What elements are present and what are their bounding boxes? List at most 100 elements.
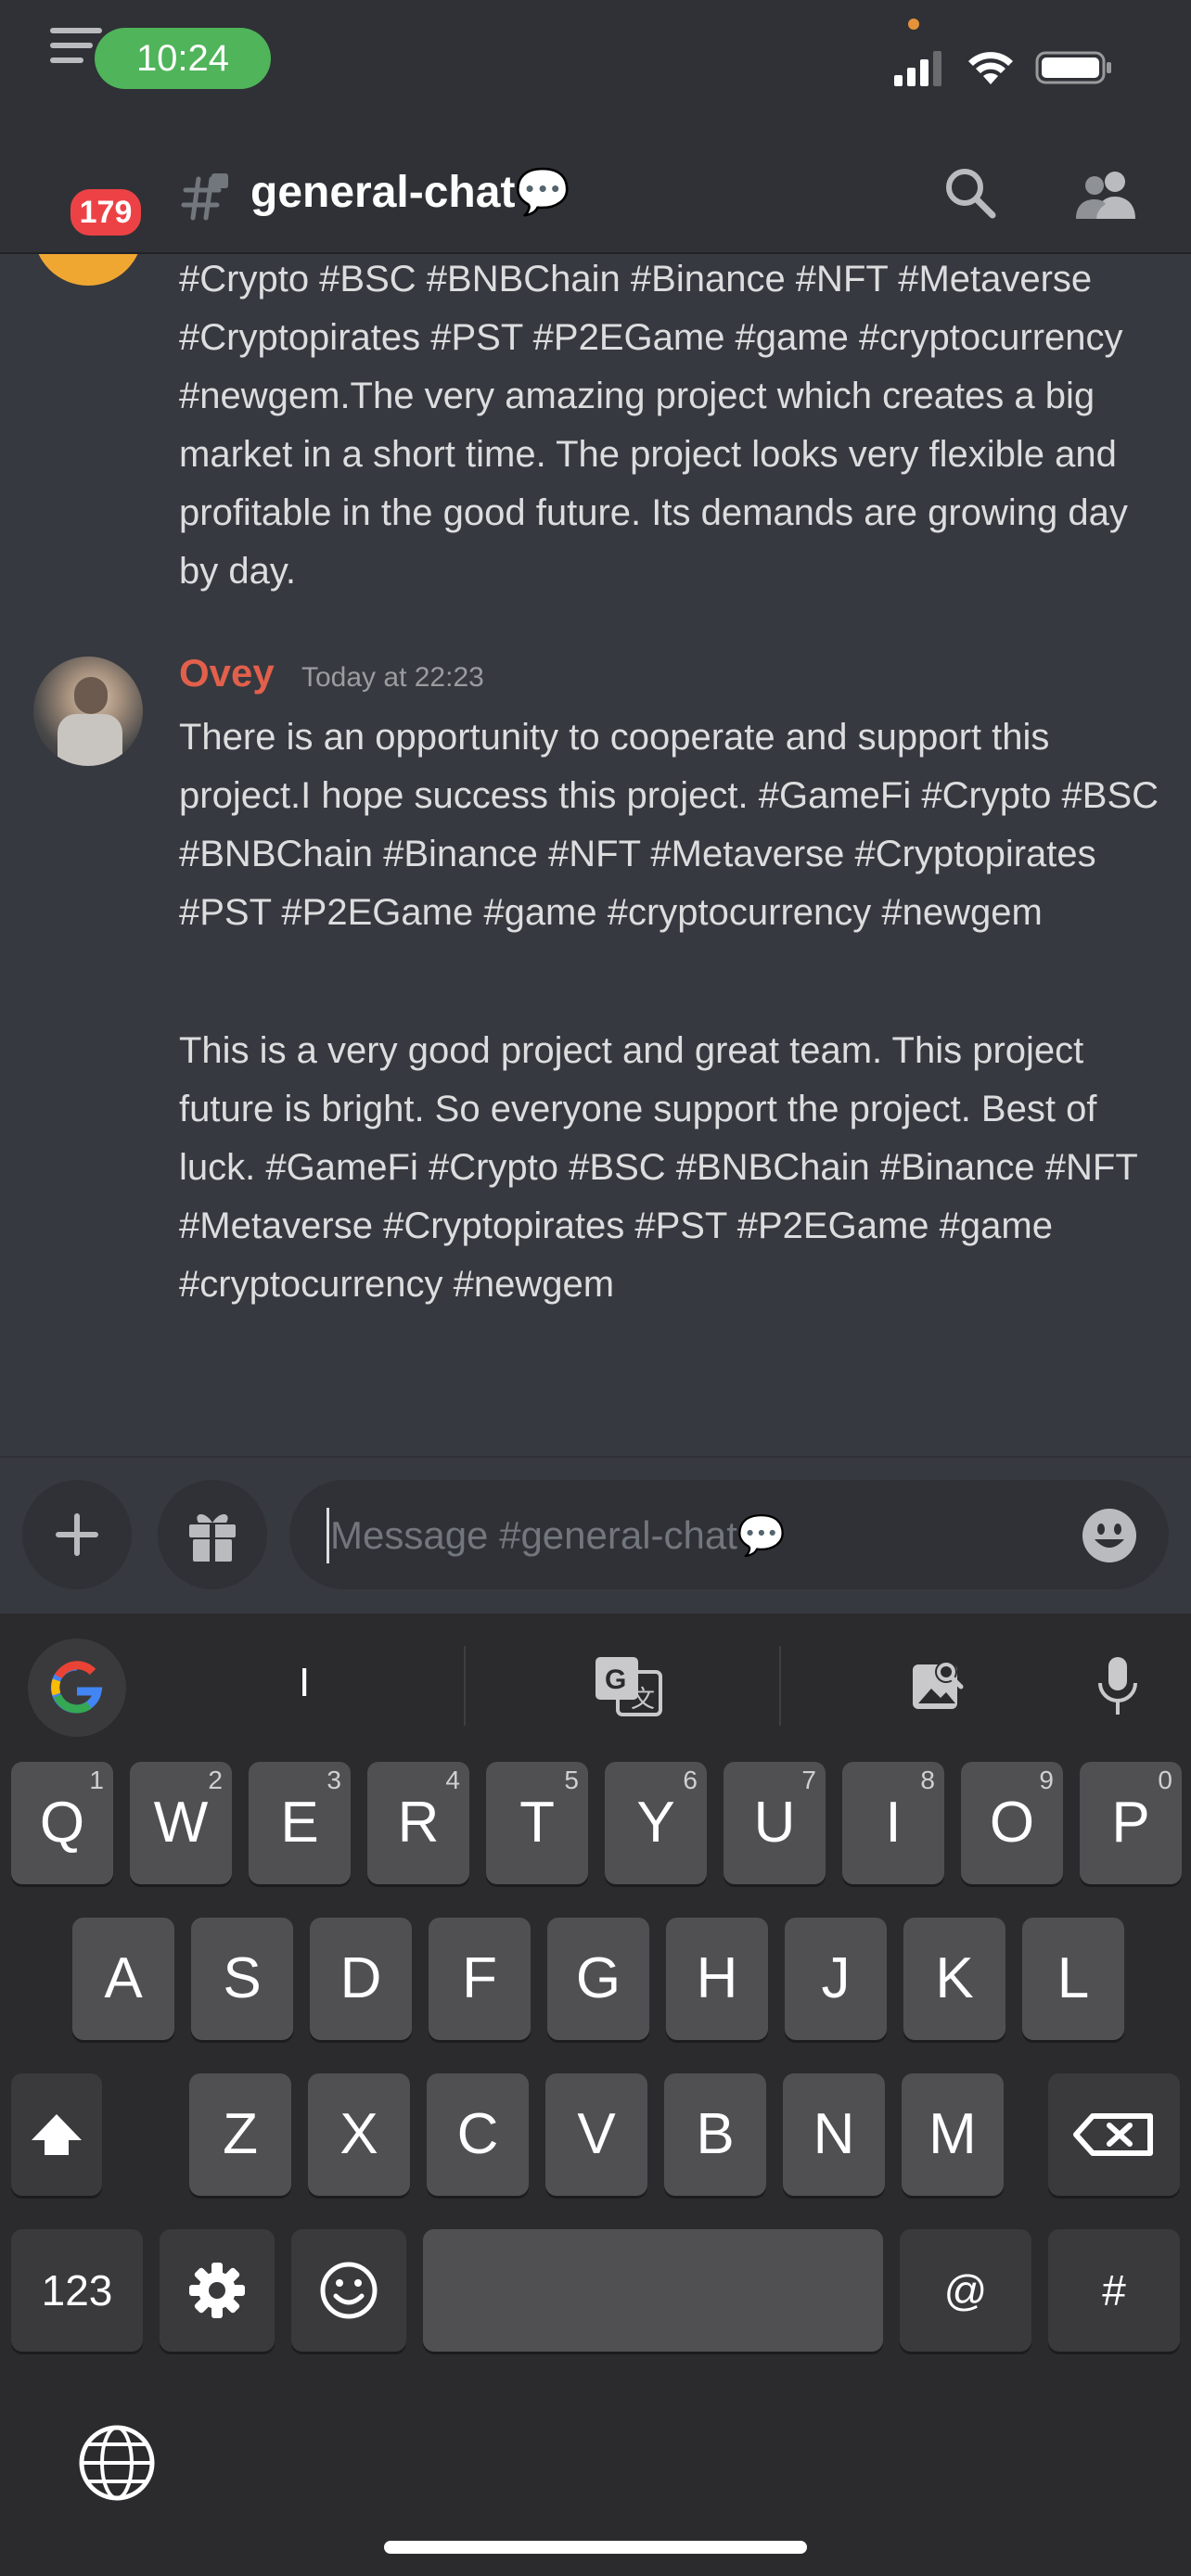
key-label: N xyxy=(813,2102,855,2166)
globe-icon[interactable] xyxy=(78,2424,156,2502)
key-h[interactable]: H xyxy=(666,1918,768,2040)
key-number-hint: 1 xyxy=(89,1766,104,1794)
space-key[interactable] xyxy=(423,2229,883,2352)
members-icon[interactable] xyxy=(1074,167,1139,223)
key-d[interactable]: D xyxy=(310,1918,412,2040)
search-icon[interactable] xyxy=(942,165,998,221)
key-o[interactable]: O9 xyxy=(961,1762,1063,1884)
shift-key[interactable] xyxy=(11,2073,102,2196)
key-n[interactable]: N xyxy=(783,2073,885,2196)
key-label: R xyxy=(397,1791,440,1855)
shift-icon xyxy=(32,2114,82,2155)
key-label: D xyxy=(339,1946,382,2010)
message-text: This is a very good project and great te… xyxy=(179,1030,1138,1305)
key-number-hint: 3 xyxy=(327,1766,341,1794)
battery-icon xyxy=(1035,51,1111,84)
key-v[interactable]: V xyxy=(545,2073,647,2196)
key-label: W xyxy=(153,1791,209,1855)
key-number-hint: 0 xyxy=(1158,1766,1172,1794)
key-label: G xyxy=(575,1946,621,2010)
key-label: M xyxy=(928,2102,977,2166)
key-number-hint: 4 xyxy=(445,1766,460,1794)
message-timestamp: Today at 22:23 xyxy=(301,662,484,693)
key-x[interactable]: X xyxy=(308,2073,410,2196)
key-number-hint: 6 xyxy=(683,1766,698,1794)
key-label: U xyxy=(753,1791,796,1855)
key-label: F xyxy=(462,1946,497,2010)
settings-key[interactable] xyxy=(160,2229,275,2352)
suggestion-word[interactable]: I xyxy=(299,1660,310,1706)
key-a[interactable]: A xyxy=(72,1918,174,2040)
key-m[interactable]: M xyxy=(902,2073,1004,2196)
backspace-key[interactable] xyxy=(1048,2073,1180,2196)
message-text: #Crypto #BSC #BNBChain #Binance #NFT #Me… xyxy=(179,259,1128,592)
key-label: O xyxy=(989,1791,1035,1855)
key-w[interactable]: W2 xyxy=(130,1762,232,1884)
home-indicator[interactable] xyxy=(384,2541,807,2554)
unread-badge: 179 xyxy=(67,185,145,239)
key-label: Q xyxy=(39,1791,85,1855)
key-g[interactable]: G xyxy=(547,1918,649,2040)
add-attachment-button[interactable] xyxy=(22,1480,132,1589)
emoji-icon[interactable] xyxy=(1082,1508,1137,1563)
key-l[interactable]: L xyxy=(1022,1918,1124,2040)
key-c[interactable]: C xyxy=(427,2073,529,2196)
gift-icon xyxy=(189,1513,236,1562)
key-q[interactable]: Q1 xyxy=(11,1762,113,1884)
status-icons xyxy=(894,45,1113,91)
key-r[interactable]: R4 xyxy=(367,1762,469,1884)
key-label: P xyxy=(1111,1791,1150,1855)
svg-text:G: G xyxy=(605,1664,626,1695)
gift-button[interactable] xyxy=(158,1480,267,1589)
key-label: X xyxy=(339,2102,378,2166)
lens-search-icon[interactable] xyxy=(909,1655,968,1715)
wifi-icon xyxy=(968,52,1013,84)
key-u[interactable]: U7 xyxy=(724,1762,826,1884)
signal-icon xyxy=(894,51,941,86)
channel-header xyxy=(0,148,1191,254)
privacy-indicator-dot xyxy=(908,19,919,30)
locked-channel-hash-icon xyxy=(181,173,228,221)
key-number-hint: 9 xyxy=(1039,1766,1054,1794)
message-input-placeholder: Message #general-chat💬 xyxy=(330,1513,787,1557)
channel-title[interactable]: general-chat💬 xyxy=(250,165,570,221)
key-t[interactable]: T5 xyxy=(486,1762,588,1884)
message-list[interactable]: #Crypto #BSC #BNBChain #Binance #NFT #Me… xyxy=(0,254,1191,1456)
hash-key[interactable]: # xyxy=(1048,2229,1180,2352)
key-label: Y xyxy=(636,1791,675,1855)
key-i[interactable]: I8 xyxy=(842,1762,944,1884)
message-text: There is an opportunity to cooperate and… xyxy=(179,717,1159,933)
key-e[interactable]: E3 xyxy=(249,1762,351,1884)
key-j[interactable]: J xyxy=(785,1918,887,2040)
google-icon[interactable] xyxy=(28,1639,126,1737)
key-s[interactable]: S xyxy=(191,1918,293,2040)
emoji-key[interactable] xyxy=(291,2229,406,2352)
key-label: L xyxy=(1057,1946,1090,2010)
avatar[interactable] xyxy=(33,254,143,286)
key-y[interactable]: Y6 xyxy=(605,1762,707,1884)
key-label: S xyxy=(223,1946,262,2010)
at-key[interactable]: @ xyxy=(900,2229,1031,2352)
key-p[interactable]: P0 xyxy=(1080,1762,1182,1884)
avatar[interactable] xyxy=(33,657,143,766)
backspace-icon xyxy=(1073,2113,1153,2156)
key-label: B xyxy=(696,2102,735,2166)
key-z[interactable]: Z xyxy=(189,2073,291,2196)
key-label: A xyxy=(104,1946,143,2010)
smiley-icon xyxy=(320,2262,378,2319)
translate-icon[interactable]: G 文 xyxy=(594,1655,662,1716)
key-label: C xyxy=(456,2102,499,2166)
microphone-icon[interactable] xyxy=(1095,1655,1141,1716)
key-label: T xyxy=(519,1791,555,1855)
svg-text:文: 文 xyxy=(631,1686,655,1714)
key-k[interactable]: K xyxy=(903,1918,1005,2040)
channel-list-menu-icon[interactable] xyxy=(46,19,139,93)
key-b[interactable]: B xyxy=(664,2073,766,2196)
numbers-key[interactable]: 123 xyxy=(11,2229,143,2352)
key-number-hint: 8 xyxy=(920,1766,935,1794)
key-label: H xyxy=(696,1946,738,2010)
key-f[interactable]: F xyxy=(429,1918,531,2040)
message-author[interactable]: Ovey xyxy=(179,651,275,695)
key-number-hint: 7 xyxy=(801,1766,816,1794)
key-label: K xyxy=(935,1946,974,2010)
